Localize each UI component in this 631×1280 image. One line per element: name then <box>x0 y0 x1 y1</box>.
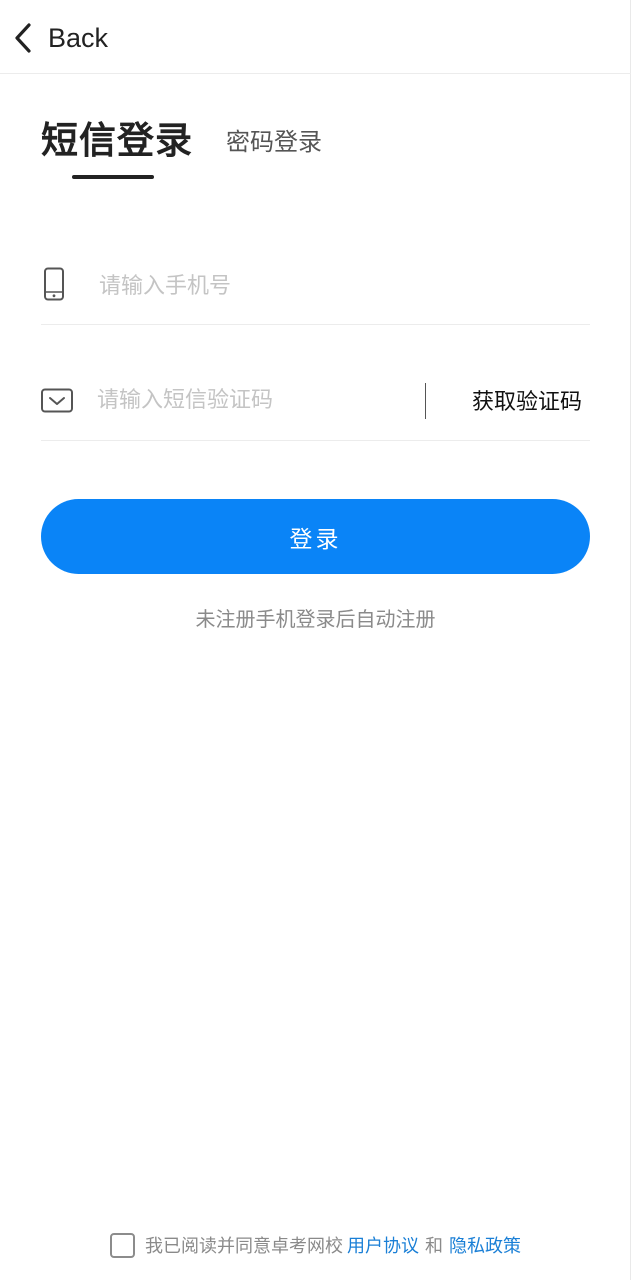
sms-code-field-row: 获取验证码 <box>41 362 590 441</box>
login-page: Back 短信登录 密码登录 获取验证码 登录 未注册手机登录后自动注册 我已阅… <box>0 0 631 1280</box>
tab-password-login[interactable]: 密码登录 <box>226 122 322 157</box>
phone-field-row <box>41 248 590 325</box>
get-code-button[interactable]: 获取验证码 <box>472 384 582 416</box>
auto-register-hint: 未注册手机登录后自动注册 <box>195 607 436 631</box>
header-bar: Back <box>0 0 631 74</box>
agreement-checkbox[interactable] <box>110 1232 135 1258</box>
agreement-conjunction: 和 <box>425 1236 443 1257</box>
privacy-policy-link[interactable]: 隐私政策 <box>449 1232 521 1258</box>
sms-code-input[interactable] <box>97 380 417 420</box>
login-button[interactable]: 登录 <box>41 499 590 574</box>
user-agreement-link[interactable]: 用户协议 <box>347 1232 419 1258</box>
agreement-prefix: 我已阅读并同意卓考网校 <box>145 1236 343 1257</box>
field-divider <box>425 383 426 419</box>
back-button[interactable]: Back <box>12 14 108 62</box>
tab-sms-login[interactable]: 短信登录 <box>41 110 193 164</box>
back-label: Back <box>48 22 109 53</box>
phone-input[interactable] <box>99 266 559 306</box>
active-tab-indicator <box>72 175 154 179</box>
chevron-left-icon <box>15 23 31 53</box>
agreement-row: 我已阅读并同意卓考网校 用户协议 和 隐私政策 <box>0 1230 631 1260</box>
envelope-icon <box>41 388 73 413</box>
phone-icon <box>44 267 64 301</box>
